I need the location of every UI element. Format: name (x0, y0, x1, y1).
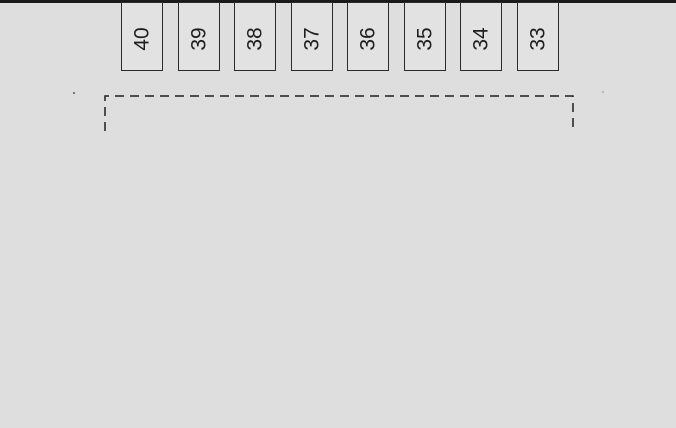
corner-dot (73, 92, 75, 94)
pin-label: 36 (356, 27, 380, 51)
pin-label: 38 (243, 27, 267, 51)
pin-cell: 36 (347, 2, 389, 71)
pin-cell: 37 (291, 2, 333, 71)
pin-label: 40 (130, 27, 154, 51)
pin-label: 34 (469, 27, 493, 51)
pin-label: 35 (413, 27, 437, 51)
pin-cell: 35 (404, 2, 446, 71)
dashed-bracket (104, 95, 574, 131)
pin-cell: 33 (517, 2, 559, 71)
pin-label: 37 (300, 27, 324, 51)
pin-cell: 39 (178, 2, 220, 71)
pin-cell: 34 (460, 2, 502, 71)
corner-dot (602, 91, 604, 93)
pin-row: 40 39 38 37 36 35 34 33 (0, 0, 676, 80)
pin-label: 33 (526, 27, 550, 51)
pin-cell: 38 (234, 2, 276, 71)
pin-label: 39 (187, 27, 211, 51)
pin-cell: 40 (121, 2, 163, 71)
